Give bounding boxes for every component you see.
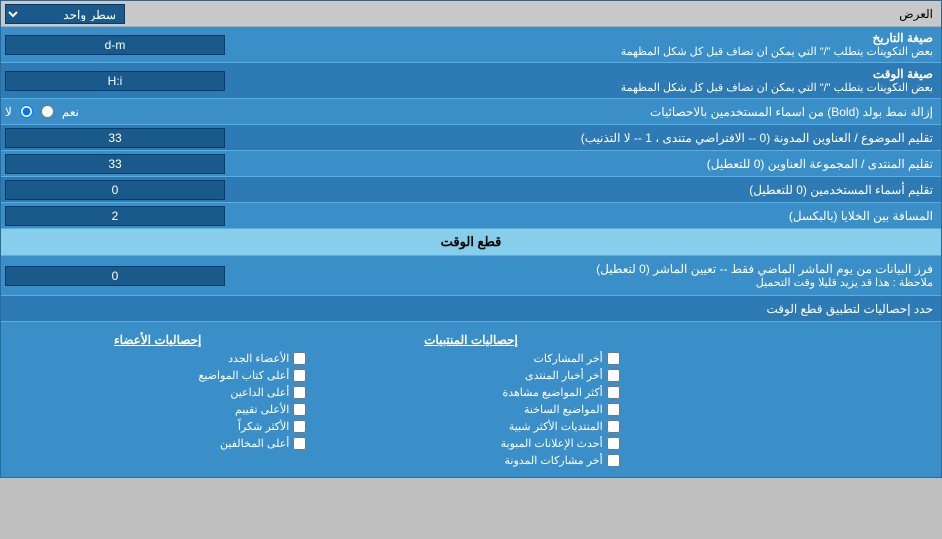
cb-top-inviters-label: أعلى الداعين bbox=[230, 386, 289, 399]
cb-top-rated-input[interactable] bbox=[293, 403, 306, 416]
forum-stats-column: إحصاليات المنتبيات أخر المشاركات أخر أخب… bbox=[314, 326, 627, 473]
cb-top-violators: أعلى المخالفين bbox=[9, 435, 306, 452]
cell-spacing-label: المسافة بين الخلايا (بالبكسل) bbox=[281, 205, 941, 227]
cb-most-viewed-input[interactable] bbox=[607, 386, 620, 399]
time-format-input[interactable] bbox=[5, 71, 225, 91]
trim-subject-label: تقليم الموضوع / العناوين المدونة (0 -- ا… bbox=[281, 127, 941, 149]
date-format-label-line1: صيغة التاريخ bbox=[289, 31, 933, 45]
cb-last-posts: أخر المشاركات bbox=[322, 350, 619, 367]
trim-subject-input[interactable] bbox=[5, 128, 225, 148]
radio-yes[interactable] bbox=[41, 105, 54, 118]
cb-blog-posts-input[interactable] bbox=[607, 454, 620, 467]
bold-remove-input-cell: نعم لا bbox=[1, 103, 281, 121]
cb-top-rated-label: الأعلى تقييم bbox=[235, 403, 289, 416]
cb-most-similar: المنتديات الأكثر شبية bbox=[322, 418, 619, 435]
cell-spacing-input[interactable] bbox=[5, 206, 225, 226]
cb-top-writers-input[interactable] bbox=[293, 369, 306, 382]
cb-latest-ads: أحدث الإعلانات المبوبة bbox=[322, 435, 619, 452]
cb-blog-posts: أخر مشاركات المدونة bbox=[322, 452, 619, 469]
radio-yes-label: نعم bbox=[62, 105, 79, 119]
member-stats-column: إحصاليات الأعضاء الأعضاء الجدد أعلى كتاب… bbox=[1, 326, 314, 473]
top-label: العرض bbox=[281, 3, 941, 25]
radio-no[interactable] bbox=[20, 105, 33, 118]
cell-spacing-row: المسافة بين الخلايا (بالبكسل) bbox=[1, 203, 941, 229]
cb-latest-ads-label: أحدث الإعلانات المبوبة bbox=[501, 437, 603, 450]
cb-last-posts-input[interactable] bbox=[607, 352, 620, 365]
cb-most-similar-input[interactable] bbox=[607, 420, 620, 433]
cb-top-writers: أعلى كتاب المواضيع bbox=[9, 367, 306, 384]
cb-top-violators-label: أعلى المخالفين bbox=[220, 437, 289, 450]
date-format-input-cell bbox=[1, 33, 281, 57]
cb-top-inviters-input[interactable] bbox=[293, 386, 306, 399]
trim-subject-row: تقليم الموضوع / العناوين المدونة (0 -- ا… bbox=[1, 125, 941, 151]
date-format-label: صيغة التاريخ بعض التكوينات يتطلب "/" الت… bbox=[281, 27, 941, 62]
cb-most-thanked-label: الأكثر شكراً bbox=[238, 420, 289, 433]
freeze-label-line1: فرز البيانات من يوم الماشر الماضي فقط --… bbox=[289, 262, 933, 276]
trim-usernames-input-cell bbox=[1, 178, 281, 202]
cb-blog-posts-label: أخر مشاركات المدونة bbox=[505, 454, 603, 467]
cb-hot-topics-label: المواضيع الساخنة bbox=[524, 403, 603, 416]
cb-latest-ads-input[interactable] bbox=[607, 437, 620, 450]
time-format-label: صيغة الوقت بعض التكوينات يتطلب "/" التي … bbox=[281, 63, 941, 98]
trim-subject-input-cell bbox=[1, 126, 281, 150]
cb-new-members-label: الأعضاء الجدد bbox=[228, 352, 289, 365]
radio-no-label: لا bbox=[5, 105, 12, 119]
trim-forum-input-cell bbox=[1, 152, 281, 176]
main-container: العرض سطر واحد سطرين ثلاثة أسطر صيغة الت… bbox=[0, 0, 942, 478]
freeze-section-header: قطع الوقت bbox=[1, 229, 941, 256]
bold-remove-row: إزالة نمط بولد (Bold) من اسماء المستخدمي… bbox=[1, 99, 941, 125]
cb-hot-topics-input[interactable] bbox=[607, 403, 620, 416]
cb-top-inviters: أعلى الداعين bbox=[9, 384, 306, 401]
cb-top-rated: الأعلى تقييم bbox=[9, 401, 306, 418]
limit-empty-cell bbox=[1, 307, 281, 311]
forum-stats-header: إحصاليات المنتبيات bbox=[322, 330, 619, 350]
cell-spacing-input-cell bbox=[1, 204, 281, 228]
date-format-label-line2: بعض التكوينات يتطلب "/" التي يمكن ان تضا… bbox=[289, 45, 933, 58]
trim-forum-label: تقليم المنتدى / المجموعة العناوين (0 للت… bbox=[281, 153, 941, 175]
freeze-label: فرز البيانات من يوم الماشر الماضي فقط --… bbox=[281, 258, 941, 293]
cb-last-posts-label: أخر المشاركات bbox=[534, 352, 603, 365]
cb-most-thanked: الأكثر شكراً bbox=[9, 418, 306, 435]
time-format-label-line1: صيغة الوقت bbox=[289, 67, 933, 81]
trim-usernames-label: تقليم أسماء المستخدمين (0 للتعطيل) bbox=[281, 179, 941, 201]
freeze-label-line2: ملاحظة : هذا قد يزيد قليلا وقت التحميل bbox=[289, 276, 933, 289]
freeze-row: فرز البيانات من يوم الماشر الماضي فقط --… bbox=[1, 256, 941, 296]
cb-most-viewed: أكثر المواضيع مشاهدة bbox=[322, 384, 619, 401]
member-stats-header: إحصاليات الأعضاء bbox=[9, 330, 306, 350]
bold-radio-group: نعم لا bbox=[5, 105, 277, 119]
date-format-input[interactable] bbox=[5, 35, 225, 55]
checkboxes-area: إحصاليات المنتبيات أخر المشاركات أخر أخب… bbox=[1, 322, 941, 477]
cb-hot-topics: المواضيع الساخنة bbox=[322, 401, 619, 418]
cb-forum-news: أخر أخبار المنتدى bbox=[322, 367, 619, 384]
trim-forum-input[interactable] bbox=[5, 154, 225, 174]
time-format-row: صيغة الوقت بعض التكوينات يتطلب "/" التي … bbox=[1, 63, 941, 99]
freeze-input-cell bbox=[1, 264, 281, 288]
cb-top-violators-input[interactable] bbox=[293, 437, 306, 450]
limit-row: حدد إحصاليات لتطبيق قطع الوقت bbox=[1, 296, 941, 322]
empty-left-col bbox=[628, 326, 941, 473]
cb-new-members-input[interactable] bbox=[293, 352, 306, 365]
limit-label: حدد إحصاليات لتطبيق قطع الوقت bbox=[281, 298, 941, 320]
display-select[interactable]: سطر واحد سطرين ثلاثة أسطر bbox=[5, 4, 125, 24]
bold-remove-label: إزالة نمط بولد (Bold) من اسماء المستخدمي… bbox=[281, 101, 941, 123]
time-format-label-line2: بعض التكوينات يتطلب "/" التي يمكن ان تضا… bbox=[289, 81, 933, 94]
trim-usernames-input[interactable] bbox=[5, 180, 225, 200]
freeze-input[interactable] bbox=[5, 266, 225, 286]
trim-usernames-row: تقليم أسماء المستخدمين (0 للتعطيل) bbox=[1, 177, 941, 203]
cb-top-writers-label: أعلى كتاب المواضيع bbox=[199, 369, 290, 382]
time-format-input-cell bbox=[1, 69, 281, 93]
cb-new-members: الأعضاء الجدد bbox=[9, 350, 306, 367]
date-format-row: صيغة التاريخ بعض التكوينات يتطلب "/" الت… bbox=[1, 27, 941, 63]
cb-most-viewed-label: أكثر المواضيع مشاهدة bbox=[502, 386, 602, 399]
trim-forum-row: تقليم المنتدى / المجموعة العناوين (0 للت… bbox=[1, 151, 941, 177]
top-select-cell: سطر واحد سطرين ثلاثة أسطر bbox=[1, 2, 281, 26]
top-row: العرض سطر واحد سطرين ثلاثة أسطر bbox=[1, 1, 941, 27]
cb-forum-news-label: أخر أخبار المنتدى bbox=[525, 369, 603, 382]
cb-most-thanked-input[interactable] bbox=[293, 420, 306, 433]
freeze-section-title: قطع الوقت bbox=[441, 234, 502, 249]
cb-forum-news-input[interactable] bbox=[607, 369, 620, 382]
cb-most-similar-label: المنتديات الأكثر شبية bbox=[509, 420, 603, 433]
